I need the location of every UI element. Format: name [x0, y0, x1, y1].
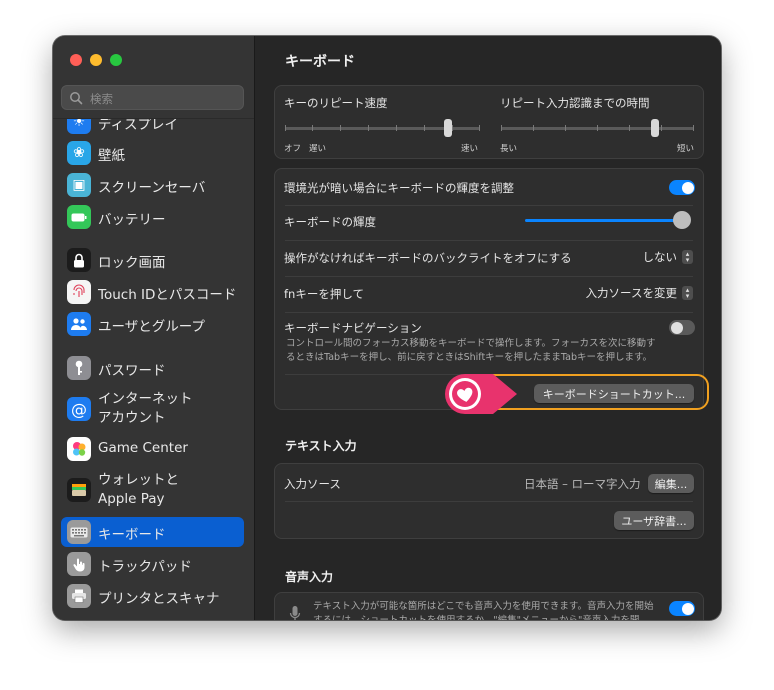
- heart-pointer-marker-icon: [445, 374, 517, 414]
- sidebar-item-keyboard[interactable]: キーボード: [61, 517, 244, 547]
- zoom-window-button[interactable]: [110, 54, 122, 66]
- sidebar-item-label: プリンタとスキャナ: [98, 591, 220, 607]
- key-icon: [67, 356, 91, 380]
- sidebar-item-game-center[interactable]: Game Center: [61, 434, 244, 464]
- at-icon: @: [67, 397, 91, 421]
- backlight-timeout-popup[interactable]: しない ▴ ▾: [642, 249, 693, 265]
- fn-key-label: fnキーを押して: [284, 287, 364, 301]
- user-dictionary-button[interactable]: ユーザ辞書...: [614, 511, 694, 530]
- input-sources-label: 入力ソース: [284, 477, 341, 491]
- wallet-icon: [67, 478, 91, 502]
- sidebar-item-lock-screen[interactable]: ロック画面: [61, 245, 244, 275]
- backlight-timeout-label: 操作がなければキーボードのバックライトをオフにする: [284, 251, 572, 265]
- keyboard-navigation-label: キーボードナビゲーション: [284, 321, 422, 335]
- sidebar-item-touch-id[interactable]: Touch IDとパスコード: [61, 277, 244, 307]
- settings-window: ☀ ディスプレイ ❀ 壁紙 ▣ スクリーンセーバ バッテリー: [53, 36, 721, 620]
- key-repeat-slider[interactable]: [285, 119, 480, 139]
- wallpaper-icon: ❀: [67, 141, 91, 165]
- sidebar-item-internet-accounts[interactable]: @ インターネット アカウント: [61, 391, 244, 427]
- sidebar-item-screensaver[interactable]: ▣ スクリーンセーバ: [61, 170, 244, 200]
- sidebar-item-label: スクリーンセーバ: [98, 180, 206, 196]
- trackpad-icon: [67, 552, 91, 576]
- sidebar-item-label: バッテリー: [98, 212, 166, 228]
- page-title: キーボード: [285, 54, 355, 70]
- microphone-icon: [289, 606, 301, 620]
- sidebar-list[interactable]: ☀ ディスプレイ ❀ 壁紙 ▣ スクリーンセーバ バッテリー ロック画面 Tou…: [53, 118, 254, 620]
- sidebar-item-users[interactable]: ユーザとグループ: [61, 309, 244, 339]
- key-repeat-group: キーのリピート速度 リピート入力認識までの時間 オフ 遅い 速い 長い 短い: [274, 85, 704, 159]
- sidebar-item-printers[interactable]: プリンタとスキャナ: [61, 581, 244, 611]
- keyboard-settings-pane: キーボード キーのリピート速度 リピート入力認識までの時間 オフ 遅い 速い 長…: [255, 36, 721, 620]
- users-icon: [67, 312, 91, 336]
- sidebar-item-label: Game Center: [98, 440, 188, 456]
- sidebar-item-label: 壁紙: [98, 148, 125, 164]
- sidebar-item-label: インターネット アカウント: [98, 391, 193, 426]
- lock-icon: [67, 248, 91, 272]
- keyboard-brightness-knob[interactable]: [673, 211, 691, 229]
- dictation-group: テキスト入力が可能な箇所はどこでも音声入力を使用できます。音声入力を開始するには…: [274, 592, 704, 620]
- fingerprint-icon: [67, 280, 91, 304]
- keyboard-icon: [67, 520, 91, 544]
- updown-chevron-icon: ▴ ▾: [682, 286, 693, 300]
- dictation-description: テキスト入力が可能な箇所はどこでも音声入力を使用できます。音声入力を開始するには…: [313, 601, 654, 620]
- text-input-group: 入力ソース 日本語 – ローマ字入力 編集... ユーザ辞書...: [274, 463, 704, 539]
- edit-input-sources-button[interactable]: 編集...: [648, 474, 694, 493]
- sidebar-item-display[interactable]: ☀ ディスプレイ: [61, 118, 244, 137]
- key-repeat-label: キーのリピート速度: [284, 96, 388, 110]
- keyboard-navigation-description: コントロール間のフォーカス移動をキーボードで操作します。フォーカスを次に移動する…: [286, 338, 656, 363]
- sidebar-item-label: キーボード: [98, 527, 166, 543]
- fn-key-popup[interactable]: 入力ソースを変更 ▴ ▾: [586, 285, 693, 301]
- keyboard-brightness-label: キーボードの輝度: [284, 215, 376, 229]
- key-repeat-slow-label: 遅い: [309, 144, 327, 154]
- sidebar-item-label: ロック画面: [98, 255, 166, 271]
- text-input-section-title: テキスト入力: [285, 439, 357, 453]
- ambient-light-toggle[interactable]: [669, 180, 695, 195]
- minimize-window-button[interactable]: [90, 54, 102, 66]
- repeat-delay-short-label: 短い: [677, 144, 695, 154]
- sidebar-item-wallpaper[interactable]: ❀ 壁紙: [61, 138, 244, 168]
- sidebar-item-label: トラックパッド: [98, 559, 192, 575]
- sidebar-item-label: Touch IDとパスコード: [98, 287, 237, 303]
- search-input[interactable]: [88, 88, 242, 109]
- printer-icon: [67, 584, 91, 608]
- input-sources-value: 日本語 – ローマ字入力: [524, 477, 641, 491]
- keyboard-brightness-slider[interactable]: [525, 211, 695, 231]
- battery-icon: [67, 205, 91, 229]
- sidebar-item-label: パスワード: [98, 363, 166, 379]
- dictation-toggle[interactable]: [669, 601, 695, 616]
- sidebar-item-passwords[interactable]: パスワード: [61, 353, 244, 383]
- updown-chevron-icon: ▴ ▾: [682, 250, 693, 264]
- repeat-delay-slider[interactable]: [501, 119, 694, 139]
- close-window-button[interactable]: [70, 54, 82, 66]
- sidebar: ☀ ディスプレイ ❀ 壁紙 ▣ スクリーンセーバ バッテリー: [53, 36, 255, 620]
- repeat-delay-label: リピート入力認識までの時間: [500, 96, 650, 110]
- sidebar-item-label: ディスプレイ: [98, 118, 179, 133]
- key-repeat-fast-label: 速い: [461, 144, 479, 154]
- sidebar-item-label: ウォレットと Apple Pay: [98, 472, 179, 507]
- key-repeat-min-label: オフ: [284, 144, 302, 154]
- sidebar-item-trackpad[interactable]: トラックパッド: [61, 549, 244, 579]
- ambient-light-label: 環境光が暗い場合にキーボードの輝度を調整: [284, 181, 514, 195]
- sidebar-item-battery[interactable]: バッテリー: [61, 202, 244, 232]
- sidebar-item-wallet[interactable]: ウォレットと Apple Pay: [61, 472, 244, 508]
- display-icon: ☀: [67, 119, 91, 134]
- keyboard-navigation-toggle[interactable]: [669, 320, 695, 335]
- game-center-icon: [67, 437, 91, 461]
- search-icon: [70, 92, 83, 105]
- backlight-timeout-value: しない: [642, 250, 678, 264]
- search-field[interactable]: [61, 85, 244, 110]
- repeat-delay-slider-knob[interactable]: [651, 119, 659, 137]
- repeat-delay-long-label: 長い: [500, 144, 518, 154]
- dictation-section-title: 音声入力: [285, 570, 334, 584]
- screensaver-icon: ▣: [67, 173, 91, 197]
- sidebar-item-label: ユーザとグループ: [98, 319, 205, 335]
- key-repeat-slider-knob[interactable]: [444, 119, 452, 137]
- fn-key-value: 入力ソースを変更: [585, 286, 677, 300]
